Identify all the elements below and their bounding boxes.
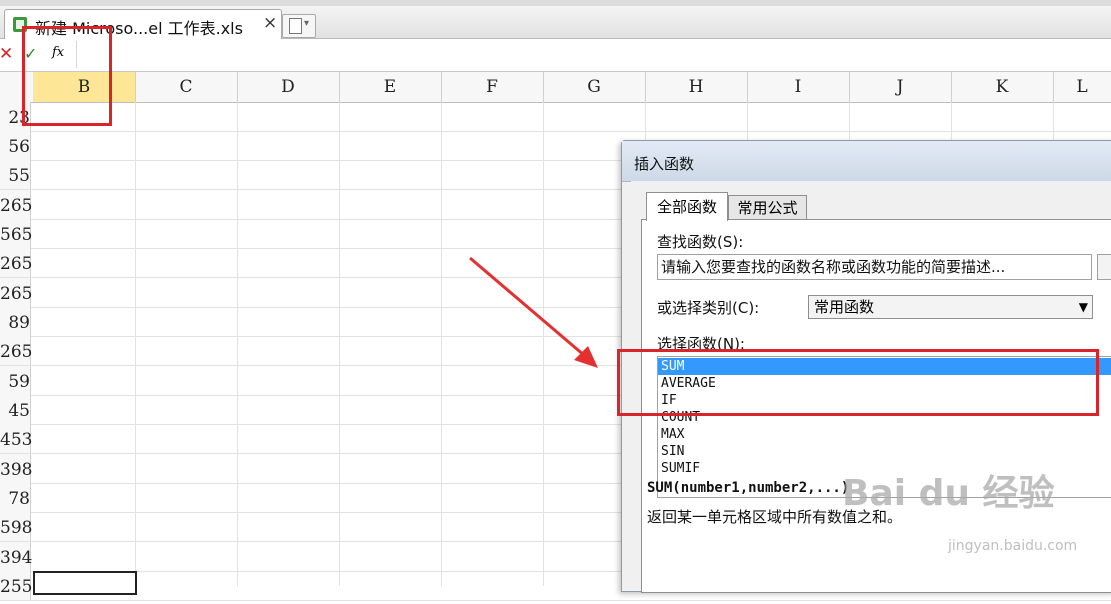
- watermark-logo: Bai du 经验: [842, 473, 1055, 514]
- watermark-url: jingyan.baidu.com: [948, 538, 1078, 554]
- tab-all-functions[interactable]: 全部函数: [646, 192, 728, 221]
